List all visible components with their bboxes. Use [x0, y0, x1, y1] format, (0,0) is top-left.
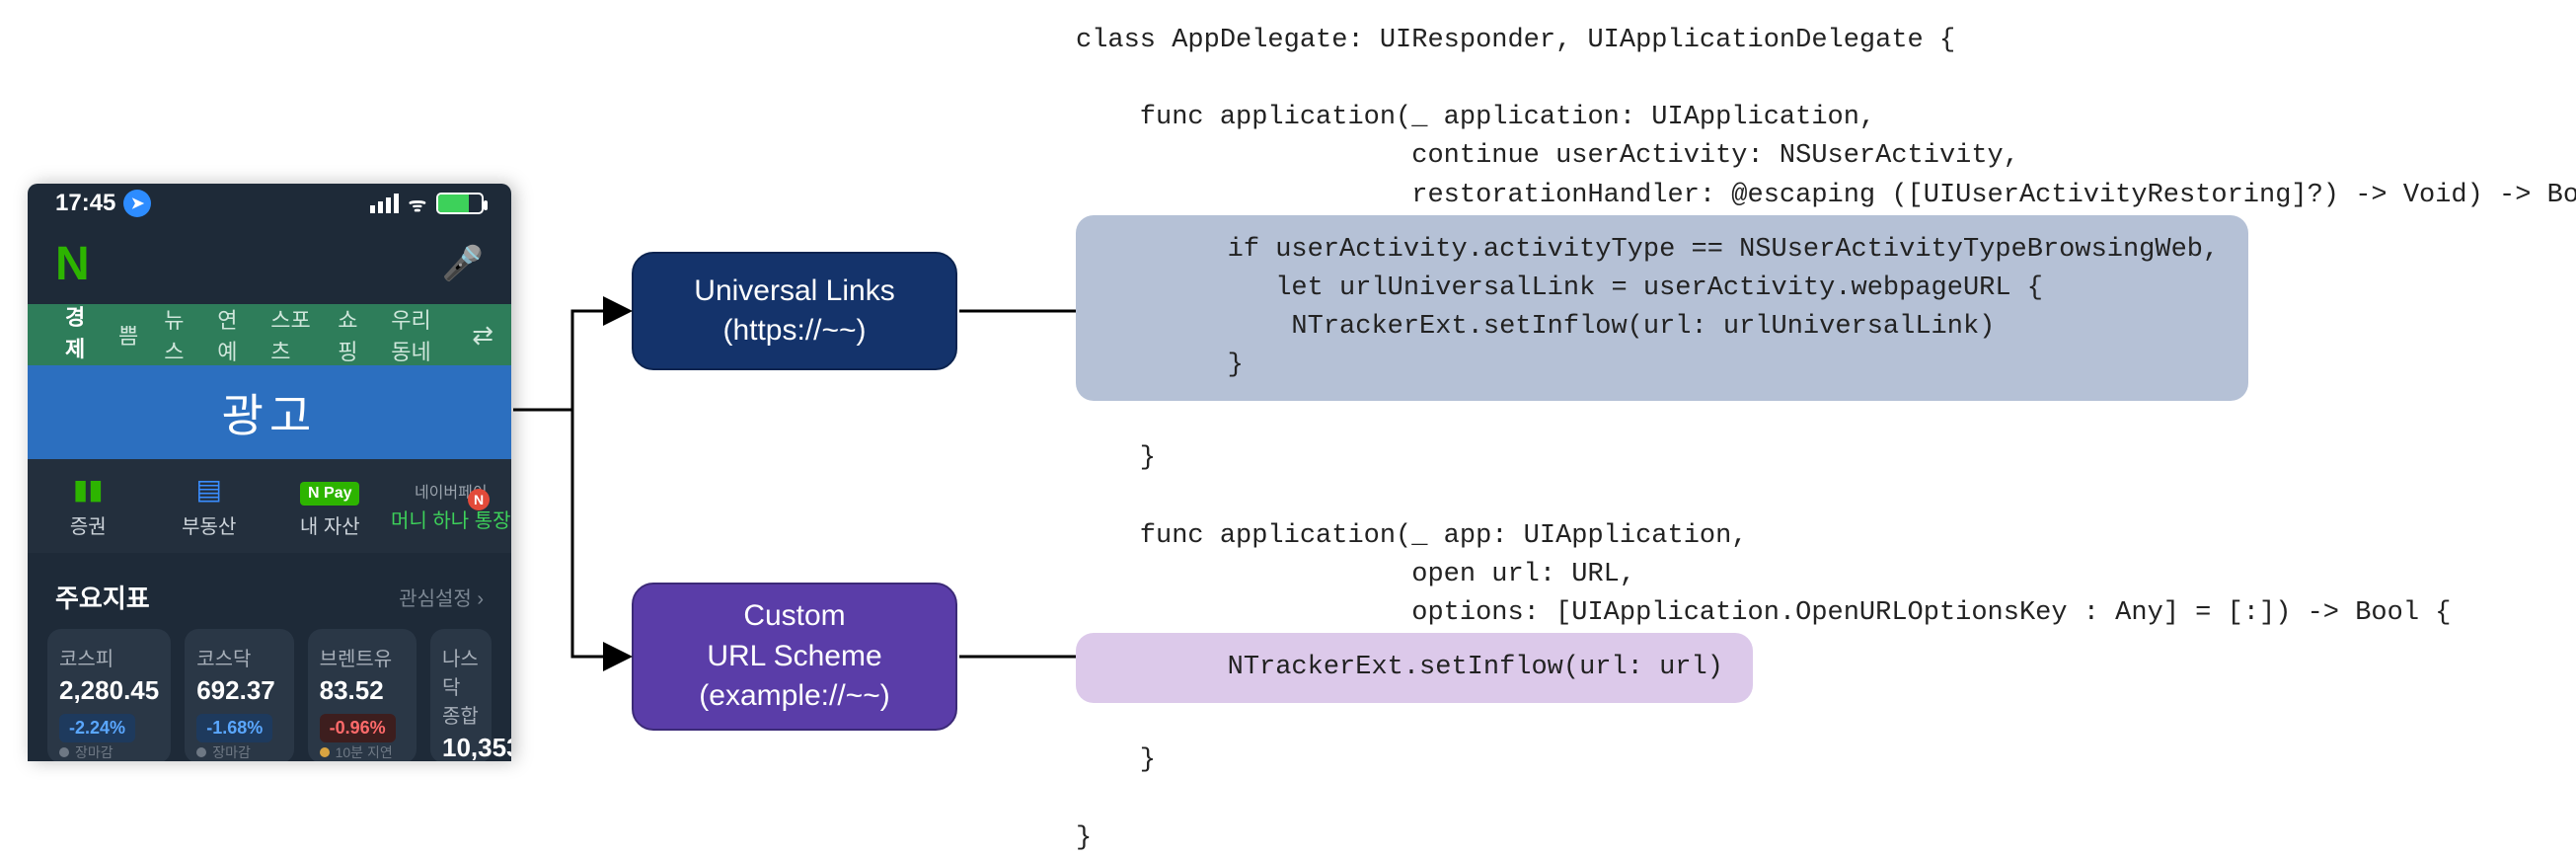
- shortcut-assets[interactable]: N Pay 내 자산: [269, 473, 391, 539]
- code-line: }: [1076, 745, 1156, 775]
- index-card[interactable]: 코스피 2,280.45 -2.24% 장마감: [47, 629, 171, 761]
- bubble-line: Universal Links: [694, 272, 894, 312]
- tab-item[interactable]: 스포츠: [270, 304, 312, 365]
- bubble-line: (example://~~): [699, 676, 889, 717]
- ad-banner[interactable]: 광고: [28, 365, 511, 459]
- code-highlight-custom: NTrackerExt.setInflow(url: url): [1076, 633, 1753, 703]
- shortcut-row: ▮▮ 증권 ▤ 부동산 N Pay 내 자산 N 네이버페이 머니 하나 통장: [28, 459, 511, 553]
- code-line: options: [UIApplication.OpenURLOptionsKe…: [1076, 598, 2451, 628]
- shortcut-stocks[interactable]: ▮▮ 증권: [28, 473, 149, 539]
- mic-icon[interactable]: 🎤: [442, 244, 484, 283]
- tab-item[interactable]: 연예: [217, 304, 245, 365]
- bubble-line: (https://~~): [722, 311, 866, 351]
- section-title: 주요지표: [55, 579, 150, 615]
- tab-item[interactable]: 뉴스: [164, 304, 191, 365]
- tab-item[interactable]: 쁨: [118, 319, 138, 351]
- shortcut-promo[interactable]: N 네이버페이 머니 하나 통장: [391, 479, 512, 533]
- notification-badge: N: [468, 489, 490, 510]
- tab-item[interactable]: 우리동네: [391, 304, 446, 365]
- shortcut-realestate[interactable]: ▤ 부동산: [149, 473, 270, 539]
- bubble-line: URL Scheme: [707, 637, 881, 677]
- index-card[interactable]: 나스닥 종합 10,353.2 -1.38% 장마감: [430, 629, 492, 761]
- code-line: class AppDelegate: UIResponder, UIApplic…: [1076, 26, 1955, 55]
- tab-economy[interactable]: 경제: [65, 304, 93, 365]
- index-card[interactable]: 브렌트유 83.52 -0.96% 10분 지연: [308, 629, 417, 761]
- code-line: func application(_ app: UIApplication,: [1076, 521, 1748, 551]
- interest-settings-link[interactable]: 관심설정 ›: [399, 583, 484, 611]
- tab-item[interactable]: 쇼핑: [338, 304, 365, 365]
- signal-icon: [370, 194, 399, 213]
- phone-mockup: 17:45 ➤ ᯤ N 🎤 경제 쁨 뉴스 연예 스포츠 쇼핑 우리동네 ⇄ 광…: [28, 184, 511, 761]
- code-line: open url: URL,: [1076, 560, 1635, 589]
- code-highlight-universal: if userActivity.activityType == NSUserAc…: [1076, 215, 2248, 402]
- category-tabs: 경제 쁨 뉴스 연예 스포츠 쇼핑 우리동네 ⇄: [28, 304, 511, 365]
- code-line: func application(_ application: UIApplic…: [1076, 103, 1875, 132]
- section-header: 주요지표 관심설정 ›: [28, 553, 511, 629]
- location-icon: ➤: [123, 190, 151, 217]
- building-icon: ▤: [149, 473, 270, 507]
- ad-text: 광고: [222, 380, 318, 445]
- index-cards: 코스피 2,280.45 -2.24% 장마감 코스닥 692.37 -1.68…: [28, 629, 511, 761]
- bubble-line: Custom: [743, 596, 845, 637]
- code-line: restorationHandler: @escaping ([UIUserAc…: [1076, 181, 2576, 210]
- code-block: class AppDelegate: UIResponder, UIApplic…: [1076, 22, 2576, 858]
- code-line: }: [1076, 443, 1156, 473]
- custom-url-scheme-node: Custom URL Scheme (example://~~): [632, 583, 957, 731]
- chart-icon: ▮▮: [28, 473, 149, 507]
- code-line: }: [1076, 823, 1092, 853]
- status-bar: 17:45 ➤ ᯤ: [28, 184, 511, 223]
- index-card[interactable]: 코스닥 692.37 -1.68% 장마감: [185, 629, 293, 761]
- wifi-icon: ᯤ: [409, 191, 426, 217]
- status-time: 17:45: [55, 190, 115, 217]
- universal-links-node: Universal Links (https://~~): [632, 252, 957, 370]
- battery-icon: [436, 193, 484, 214]
- naver-logo: N: [55, 237, 90, 291]
- tab-reorder-icon[interactable]: ⇄: [472, 320, 493, 351]
- search-bar: N 🎤: [28, 223, 511, 304]
- code-line: continue userActivity: NSUserActivity,: [1076, 141, 2019, 171]
- npay-icon: N Pay: [269, 473, 391, 507]
